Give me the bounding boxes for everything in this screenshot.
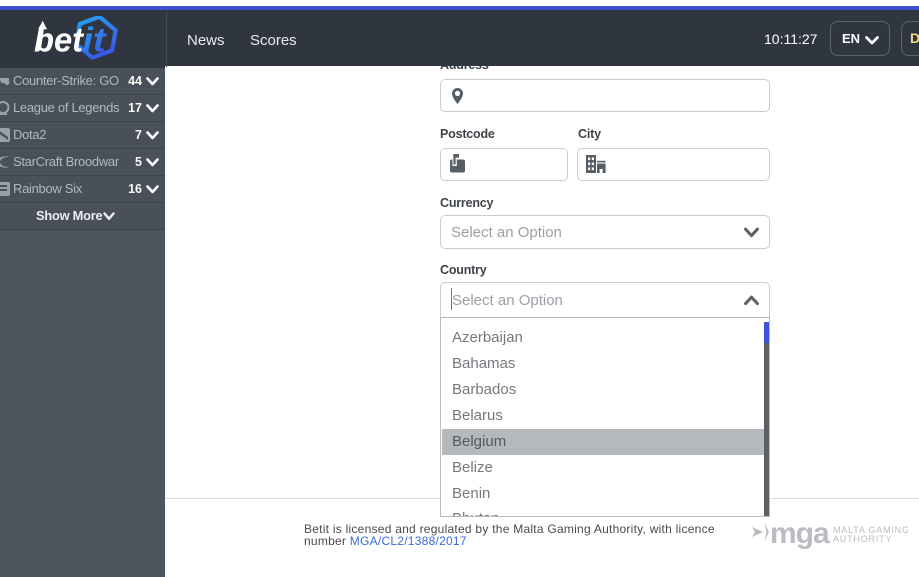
svg-text:it: it	[83, 22, 108, 60]
svg-text:mga: mga	[770, 517, 830, 550]
svg-text:AUTHORITY: AUTHORITY	[833, 534, 892, 544]
